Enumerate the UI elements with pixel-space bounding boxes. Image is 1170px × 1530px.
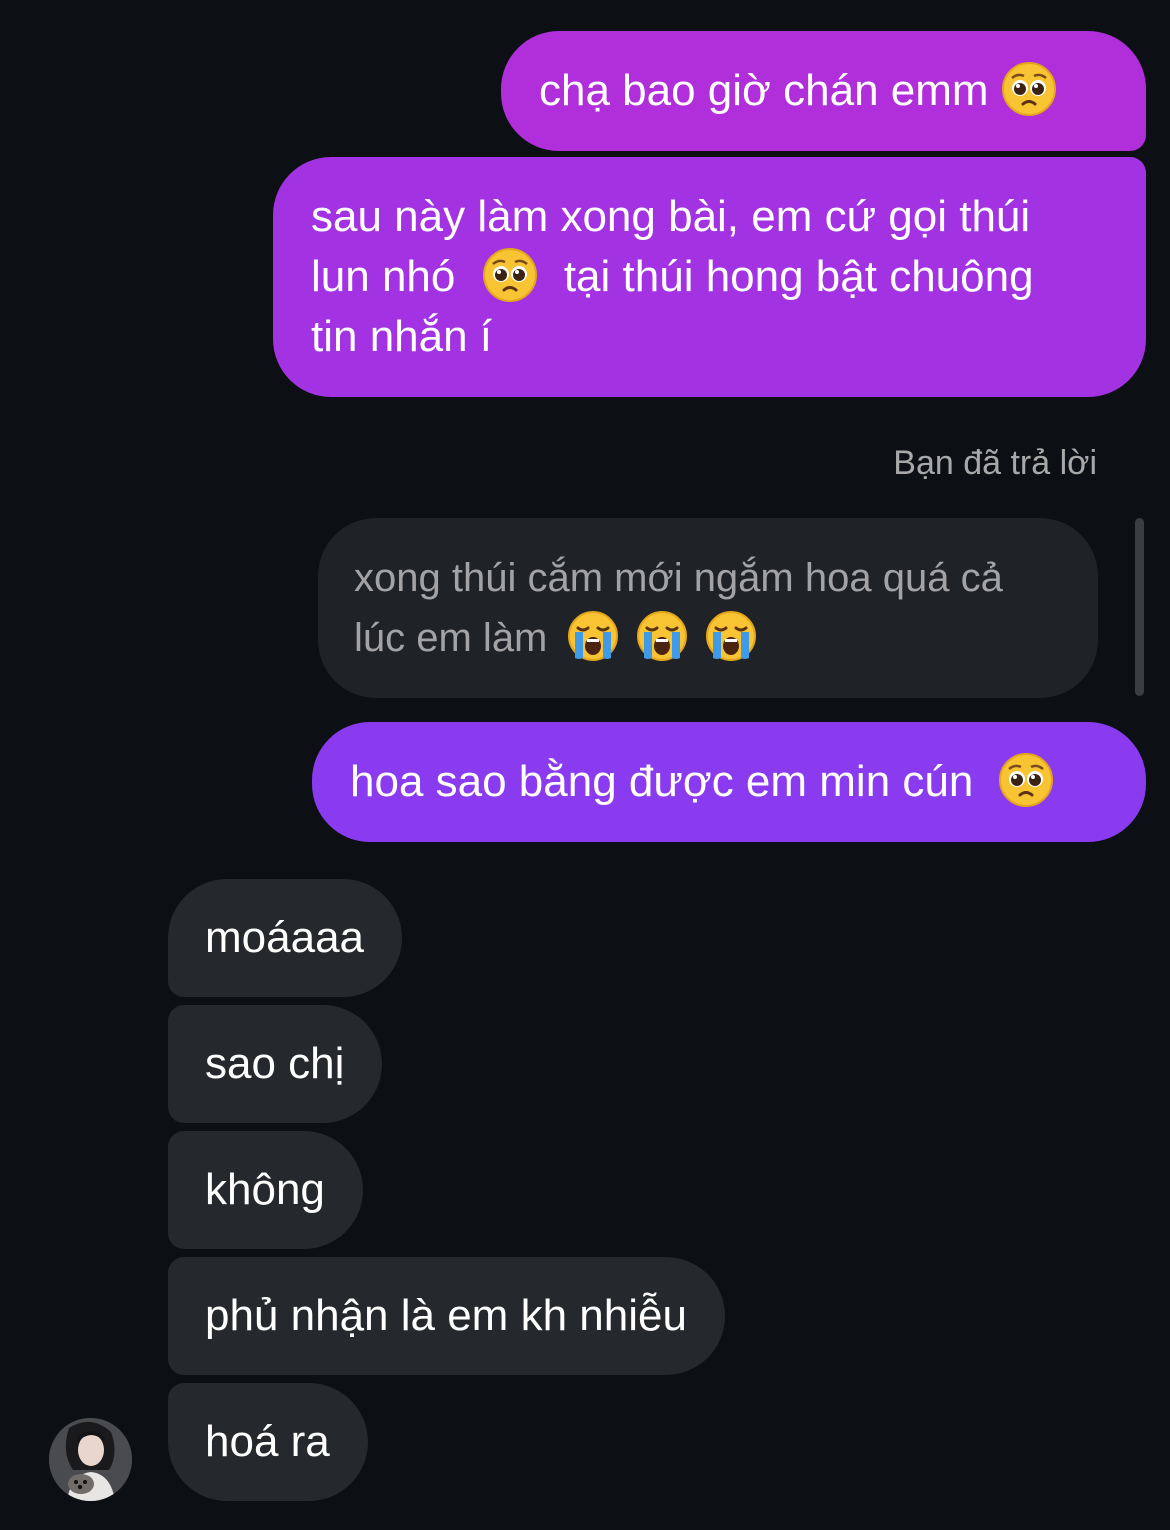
message-text: hoa sao bằng được em min cún <box>350 757 974 806</box>
message-text: tại thúi hong bật chuông <box>563 252 1034 301</box>
received-message-bubble[interactable]: moáaaa <box>168 879 403 997</box>
message-text: chạ bao giờ chán emm <box>539 66 989 115</box>
sent-message-bubble[interactable]: chạ bao giờ chán emm <box>501 31 1146 151</box>
reply-quote-bar <box>1135 518 1144 696</box>
sent-message-bubble[interactable]: hoa sao bằng được em min cún <box>312 722 1146 842</box>
received-message-bubble[interactable]: phủ nhận là em kh nhiễu <box>168 1257 725 1375</box>
message-line: sau này làm xong bài, em cứ gọi thúi <box>311 192 1031 241</box>
pleading-face-icon <box>998 753 1053 808</box>
quoted-line: lúc em làm <box>354 608 1062 668</box>
loudly-crying-face-icon <box>705 611 756 662</box>
message-text: sao chị <box>205 1039 345 1088</box>
received-message-bubble[interactable]: sao chị <box>168 1005 383 1123</box>
sent-message-bubble[interactable]: sau này làm xong bài, em cứ gọi thúi lun… <box>273 157 1146 397</box>
pleading-face-icon <box>482 248 537 303</box>
avatar-photo-icon <box>49 1418 132 1501</box>
message-line: lun nhó tại thúi hong bật chuông <box>311 247 1102 307</box>
loudly-crying-face-icon <box>567 611 618 662</box>
reply-context-label: Bạn đã trả lời <box>893 444 1097 482</box>
message-text: hoá ra <box>205 1417 330 1466</box>
chat-screen: chạ bao giờ chán emm sau này làm xong bà… <box>0 0 1170 1530</box>
quoted-text: lúc em làm <box>354 616 548 660</box>
quoted-message-bubble[interactable]: xong thúi cắm mới ngắm hoa quá cả lúc em… <box>318 518 1098 698</box>
received-message-bubble[interactable]: hoá ra <box>168 1383 368 1501</box>
loudly-crying-face-icon <box>636 611 687 662</box>
message-text: lun nhó <box>311 252 456 301</box>
message-text: phủ nhận là em kh nhiễu <box>205 1291 687 1340</box>
message-line: tin nhắn í <box>311 312 493 361</box>
crying-emojis <box>567 611 757 662</box>
message-text: không <box>205 1165 325 1214</box>
pleading-face-icon <box>1001 62 1056 117</box>
quoted-line: xong thúi cắm mới ngắm hoa quá cả <box>354 556 1003 600</box>
message-text: moáaaa <box>205 913 365 962</box>
avatar[interactable] <box>49 1418 132 1501</box>
received-message-bubble[interactable]: không <box>168 1131 363 1249</box>
